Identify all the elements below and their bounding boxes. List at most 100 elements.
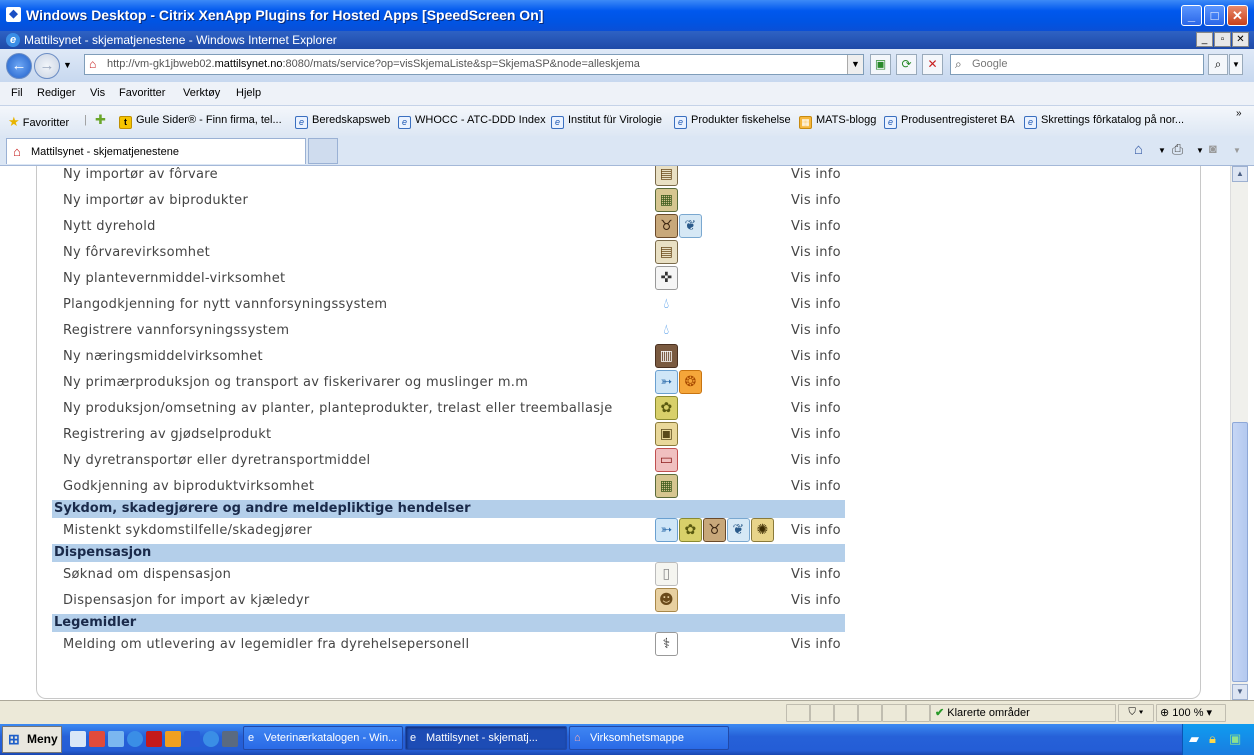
vis-info-link[interactable]: Vis info (791, 567, 841, 582)
task-virksomhetsmappe[interactable]: ⌂ Virksomhetsmappe (569, 726, 729, 750)
fav-link-fiskehelse[interactable]: e Produkter fiskehelse (674, 114, 791, 129)
form-name-link[interactable]: Søknad om dispensasjon (63, 567, 231, 582)
address-dropdown-icon[interactable]: ▼ (847, 55, 863, 74)
vis-info-link[interactable]: Vis info (791, 297, 841, 312)
quicklaunch-ie-icon[interactable] (127, 731, 143, 747)
feeds-icon[interactable]: ◙ (1209, 141, 1217, 156)
search-go-icon[interactable]: ⌕ (1208, 54, 1228, 75)
search-input[interactable]: ⌕ Google (950, 54, 1204, 75)
form-name-link[interactable]: Nytt dyrehold (63, 219, 156, 234)
fav-link-mats-blogg[interactable]: ▦ MATS-blogg (799, 114, 876, 129)
tray-app-icon[interactable]: ▣ (1229, 731, 1241, 747)
ie-restore-button[interactable]: ▫ (1214, 32, 1231, 47)
print-icon[interactable]: ⎙ (1172, 141, 1183, 158)
search-options-icon[interactable]: ▼ (1229, 54, 1243, 75)
menu-favorites[interactable]: Favoritter (119, 87, 165, 99)
vis-info-link[interactable]: Vis info (791, 193, 841, 208)
vis-info-link[interactable]: Vis info (791, 323, 841, 338)
scroll-up-icon[interactable]: ▲ (1232, 166, 1248, 182)
lock-icon[interactable]: 🔒︎ (1209, 731, 1216, 747)
form-name-link[interactable]: Ny produksjon/omsetning av planter, plan… (63, 401, 613, 416)
feeds-dropdown-icon[interactable]: ▼ (1233, 146, 1241, 155)
form-name-link[interactable]: Melding om utlevering av legemidler fra … (63, 637, 469, 652)
fav-link-produsentregisteret[interactable]: e Produsentregisteret BA (884, 114, 1015, 129)
quicklaunch-mattilsynet-icon[interactable] (146, 731, 162, 747)
vis-info-link[interactable]: Vis info (791, 245, 841, 260)
form-name-link[interactable]: Ny importør av biprodukter (63, 193, 248, 208)
quicklaunch-desktop-icon[interactable] (70, 731, 86, 747)
form-name-link[interactable]: Ny importør av fôrvare (63, 167, 218, 182)
favorites-button[interactable]: ★ Favoritter (8, 114, 69, 130)
menu-view[interactable]: Vis (90, 87, 105, 99)
home-icon[interactable]: ⌂ (1134, 141, 1143, 158)
menu-file[interactable]: Fil (11, 87, 23, 99)
forward-button[interactable]: → (34, 53, 60, 79)
scroll-thumb[interactable] (1232, 422, 1248, 682)
ie-minimize-button[interactable]: _ (1196, 32, 1213, 47)
form-name-link[interactable]: Dispensasjon for import av kjæledyr (63, 593, 310, 608)
vis-info-link[interactable]: Vis info (791, 219, 841, 234)
quicklaunch-word-icon[interactable] (184, 731, 200, 747)
fav-link-beredskapsweb[interactable]: e Beredskapsweb (295, 114, 390, 129)
vis-info-link[interactable]: Vis info (791, 401, 841, 416)
vertical-scrollbar[interactable]: ▲ ▼ (1230, 166, 1248, 700)
vis-info-link[interactable]: Vis info (791, 167, 841, 182)
fav-link-gulesider[interactable]: t Gule Sider® - Finn firma, tel... (119, 114, 282, 129)
quicklaunch-terminal-icon[interactable] (222, 731, 238, 747)
form-name-link[interactable]: Plangodkjenning for nytt vannforsyningss… (63, 297, 387, 312)
vis-info-link[interactable]: Vis info (791, 593, 841, 608)
start-button[interactable]: ⊞ Meny (2, 726, 62, 753)
menu-tools[interactable]: Verktøy (183, 87, 220, 99)
quicklaunch-ie2-icon[interactable] (203, 731, 219, 747)
compatibility-view-icon[interactable]: ▣ (870, 54, 891, 75)
stop-icon[interactable]: ✕ (922, 54, 943, 75)
history-dropdown-icon[interactable]: ▼ (63, 60, 72, 70)
menu-help[interactable]: Hjelp (236, 87, 261, 99)
maximize-button[interactable]: □ (1204, 5, 1225, 26)
favorites-overflow-icon[interactable]: » (1236, 108, 1242, 119)
form-name-link[interactable]: Registrering av gjødselprodukt (63, 427, 271, 442)
scroll-down-icon[interactable]: ▼ (1232, 684, 1248, 700)
search-icon: ⌕ (955, 57, 962, 71)
task-veterinaerkatalogen[interactable]: e Veterinærkatalogen - Win... (243, 726, 403, 750)
protected-mode-button[interactable]: ⛉ ▾ (1118, 704, 1154, 722)
form-name-link[interactable]: Ny primærproduksjon og transport av fisk… (63, 375, 528, 390)
form-name-link[interactable]: Ny plantevernmiddel-virksomhet (63, 271, 285, 286)
menu-edit[interactable]: Rediger (37, 87, 76, 99)
quicklaunch-mail-icon[interactable] (89, 731, 105, 747)
fav-link-whocc[interactable]: e WHOCC - ATC-DDD Index (398, 114, 546, 129)
form-name-link[interactable]: Ny fôrvarevirksomhet (63, 245, 210, 260)
new-tab-button[interactable] (308, 138, 338, 164)
minimize-button[interactable]: _ (1181, 5, 1202, 26)
fav-link-skretting[interactable]: e Skrettings fôrkatalog på nor... (1024, 114, 1184, 129)
vis-info-link[interactable]: Vis info (791, 523, 841, 538)
security-zone[interactable]: ✔ Klarerte områder (930, 704, 1116, 722)
form-name-link[interactable]: Ny dyretransportør eller dyretransportmi… (63, 453, 370, 468)
form-name-link[interactable]: Godkjenning av biproduktvirksomhet (63, 479, 314, 494)
vis-info-link[interactable]: Vis info (791, 637, 841, 652)
quicklaunch-app-icon[interactable] (108, 731, 124, 747)
network-icon[interactable]: ▰ (1189, 731, 1199, 747)
quicklaunch-clock-icon[interactable] (165, 731, 181, 747)
form-name-link[interactable]: Ny næringsmiddelvirksomhet (63, 349, 263, 364)
vis-info-link[interactable]: Vis info (791, 349, 841, 364)
ie-close-button[interactable]: ✕ (1232, 32, 1249, 47)
vis-info-link[interactable]: Vis info (791, 271, 841, 286)
task-mattilsynet[interactable]: e Mattilsynet - skjematj... (405, 726, 567, 750)
refresh-icon[interactable]: ⟳ (896, 54, 917, 75)
vis-info-link[interactable]: Vis info (791, 479, 841, 494)
form-name-link[interactable]: Registrere vannforsyningssystem (63, 323, 289, 338)
back-button[interactable]: ← (6, 53, 32, 79)
zoom-button[interactable]: ⊕ 100 % ▾ (1156, 704, 1226, 722)
close-button[interactable]: ✕ (1227, 5, 1248, 26)
form-name-link[interactable]: Mistenkt sykdomstilfelle/skadegjører (63, 523, 312, 538)
vis-info-link[interactable]: Vis info (791, 375, 841, 390)
vis-info-link[interactable]: Vis info (791, 453, 841, 468)
vis-info-link[interactable]: Vis info (791, 427, 841, 442)
tab-mattilsynet[interactable]: ⌂ Mattilsynet - skjematjenestene (6, 138, 306, 164)
print-dropdown-icon[interactable]: ▼ (1196, 146, 1204, 155)
fav-link-virologie[interactable]: e Institut für Virologie (551, 114, 662, 129)
address-bar[interactable]: ⌂ http://vm-gk1jbweb02.mattilsynet.no:80… (84, 54, 864, 75)
add-favorite-icon[interactable]: ✚ (95, 112, 106, 128)
home-dropdown-icon[interactable]: ▼ (1158, 146, 1166, 155)
